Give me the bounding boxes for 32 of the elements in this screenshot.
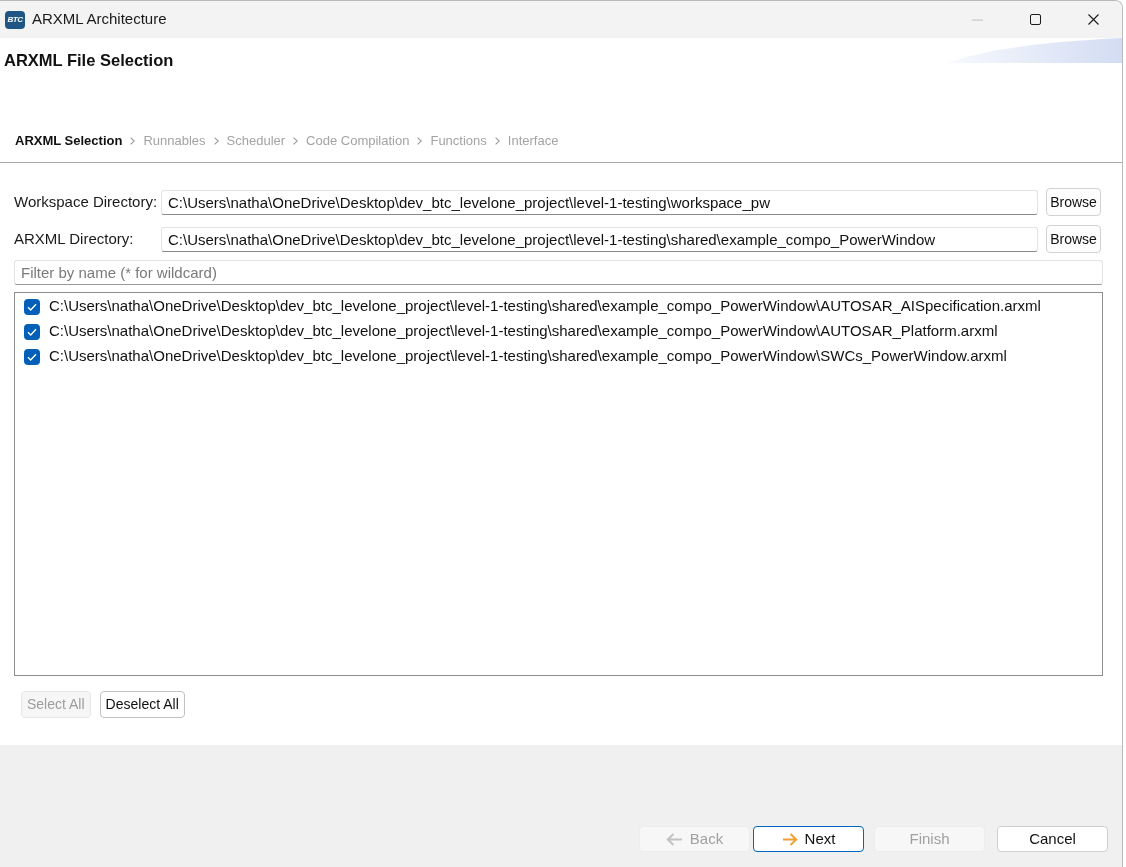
checkbox[interactable] <box>24 348 40 365</box>
page-title: ARXML File Selection <box>4 50 174 70</box>
checkbox[interactable] <box>24 298 40 315</box>
field-label: ARXML Directory: <box>14 228 135 249</box>
file-path-item[interactable]: C:\Users\natha\OneDrive\Desktop\dev_btc_levelone_project\level-1-testing\shared\example_compo_PowerWindow\AUTOSAR_Platform.arxml <box>49 320 998 343</box>
file-path-item[interactable]: C:\Users\natha\OneDrive\Desktop\dev_btc_levelone_project\level-1-testing\shared\example_compo_PowerWindow\AUTOSAR_AISpecification.arxml <box>49 295 1041 318</box>
browse-button[interactable]: Browse <box>1046 188 1101 216</box>
chevron-icon <box>494 137 500 145</box>
checkbox[interactable] <box>24 323 40 340</box>
wizard-step: Interface <box>507 133 559 149</box>
app-logo: BTC <box>5 10 25 29</box>
chevron-icon <box>213 137 219 145</box>
field-label: Workspace Directory: <box>14 191 159 212</box>
next-button[interactable]: Next <box>753 826 864 852</box>
deselect-all-button[interactable]: Deselect All <box>99 691 185 718</box>
chevron-icon <box>130 137 136 145</box>
directory-field[interactable]: C:\Users\natha\OneDrive\Desktop\dev_btc_levelone_project\level-1-testing\shared\example_compo_PowerWindow <box>161 226 1038 252</box>
wizard-step: Code Compilation <box>306 133 410 149</box>
file-path-item[interactable]: C:\Users\natha\OneDrive\Desktop\dev_btc_levelone_project\level-1-testing\shared\example_compo_PowerWindow\SWCs_PowerWindow.arxml <box>49 345 1007 368</box>
wizard-step: ARXML Selection <box>15 133 123 149</box>
left-arrow-icon <box>665 832 683 846</box>
wizard-step: Runnables <box>143 133 206 149</box>
chevron-icon <box>417 137 423 145</box>
window-title: ARXML Architecture <box>32 9 167 30</box>
directory-field[interactable]: C:\Users\natha\OneDrive\Desktop\dev_btc_levelone_project\level-1-testing\workspace_pw <box>161 189 1038 215</box>
chevron-icon <box>293 137 299 145</box>
cancel-button[interactable]: Cancel <box>997 826 1108 852</box>
wizard-step: Functions <box>430 133 487 149</box>
wizard-step: Scheduler <box>226 133 286 149</box>
right-arrow-icon <box>781 832 798 846</box>
browse-button[interactable]: Browse <box>1046 225 1101 253</box>
filter-field[interactable]: Filter by name (* for wildcard) <box>14 260 1103 285</box>
